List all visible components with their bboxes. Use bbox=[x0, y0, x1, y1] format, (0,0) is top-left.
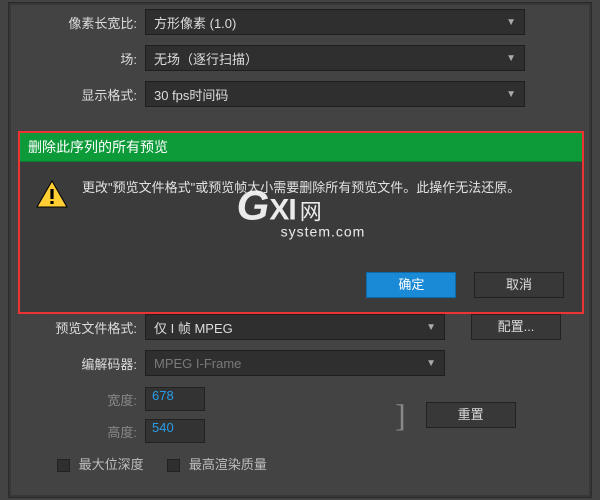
warning-icon bbox=[36, 180, 68, 208]
display-format-dropdown[interactable]: 30 fps时间码 ▼ bbox=[145, 81, 525, 107]
configure-button[interactable]: 配置... bbox=[471, 314, 561, 340]
fields-dropdown[interactable]: 无场（逐行扫描） ▼ bbox=[145, 45, 525, 71]
dialog-body: 更改"预览文件格式"或预览帧大小需要删除所有预览文件。此操作无法还原。 GXI网… bbox=[20, 162, 582, 272]
row-display-format: 显示格式: 30 fps时间码 ▼ bbox=[27, 81, 573, 107]
width-label: 宽度: bbox=[27, 390, 137, 409]
link-bracket-icon: ] bbox=[395, 386, 406, 444]
display-format-value: 30 fps时间码 bbox=[154, 85, 228, 104]
height-input[interactable]: 540 bbox=[145, 419, 205, 443]
fields-label: 场: bbox=[27, 49, 137, 68]
caret-icon: ▼ bbox=[426, 322, 436, 333]
row-codec: 编解码器: MPEG I-Frame ▼ bbox=[27, 350, 573, 376]
caret-icon: ▼ bbox=[426, 358, 436, 369]
max-render-quality-checkbox[interactable] bbox=[167, 459, 180, 472]
codec-value: MPEG I-Frame bbox=[154, 356, 241, 371]
row-pixel-aspect: 像素长宽比: 方形像素 (1.0) ▼ bbox=[27, 9, 573, 35]
confirm-dialog: 删除此序列的所有预览 更改"预览文件格式"或预览帧大小需要删除所有预览文件。此操… bbox=[18, 131, 584, 314]
pixel-aspect-label: 像素长宽比: bbox=[27, 13, 137, 32]
max-bit-depth-label: 最大位深度 bbox=[79, 457, 144, 472]
preview-file-format-value: 仅 I 帧 MPEG bbox=[154, 318, 233, 337]
max-render-quality-label: 最高渲染质量 bbox=[189, 457, 267, 472]
dialog-message: 更改"预览文件格式"或预览帧大小需要删除所有预览文件。此操作无法还原。 bbox=[82, 178, 566, 262]
codec-dropdown: MPEG I-Frame ▼ bbox=[145, 350, 445, 376]
upper-form: 像素长宽比: 方形像素 (1.0) ▼ 场: 无场（逐行扫描） ▼ 显示格式: … bbox=[9, 3, 591, 107]
row-width: 宽度: 678 bbox=[27, 387, 205, 411]
dialog-button-row: 确定 取消 bbox=[20, 272, 582, 312]
cancel-button[interactable]: 取消 bbox=[474, 272, 564, 298]
width-input[interactable]: 678 bbox=[145, 387, 205, 411]
preview-file-format-dropdown[interactable]: 仅 I 帧 MPEG ▼ bbox=[145, 314, 445, 340]
reset-button[interactable]: 重置 bbox=[426, 402, 516, 428]
row-preview-file-format: 预览文件格式: 仅 I 帧 MPEG ▼ 配置... bbox=[27, 314, 573, 340]
codec-label: 编解码器: bbox=[27, 354, 137, 373]
preview-file-format-label: 预览文件格式: bbox=[27, 318, 137, 337]
row-fields: 场: 无场（逐行扫描） ▼ bbox=[27, 45, 573, 71]
fields-value: 无场（逐行扫描） bbox=[154, 49, 258, 68]
ok-button[interactable]: 确定 bbox=[366, 272, 456, 298]
pixel-aspect-value: 方形像素 (1.0) bbox=[154, 13, 236, 32]
caret-icon: ▼ bbox=[506, 89, 516, 100]
checkbox-row: 最大位深度 最高渲染质量 bbox=[57, 454, 573, 473]
row-height: 高度: 540 bbox=[27, 419, 205, 443]
dimension-group: 宽度: 678 高度: 540 ] 重置 bbox=[27, 386, 573, 444]
dialog-title: 删除此序列的所有预览 bbox=[20, 133, 582, 162]
max-bit-depth-checkbox[interactable] bbox=[57, 459, 70, 472]
settings-panel: 像素长宽比: 方形像素 (1.0) ▼ 场: 无场（逐行扫描） ▼ 显示格式: … bbox=[8, 2, 592, 498]
caret-icon: ▼ bbox=[506, 17, 516, 28]
height-label: 高度: bbox=[27, 422, 137, 441]
caret-icon: ▼ bbox=[506, 53, 516, 64]
pixel-aspect-dropdown[interactable]: 方形像素 (1.0) ▼ bbox=[145, 9, 525, 35]
display-format-label: 显示格式: bbox=[27, 85, 137, 104]
